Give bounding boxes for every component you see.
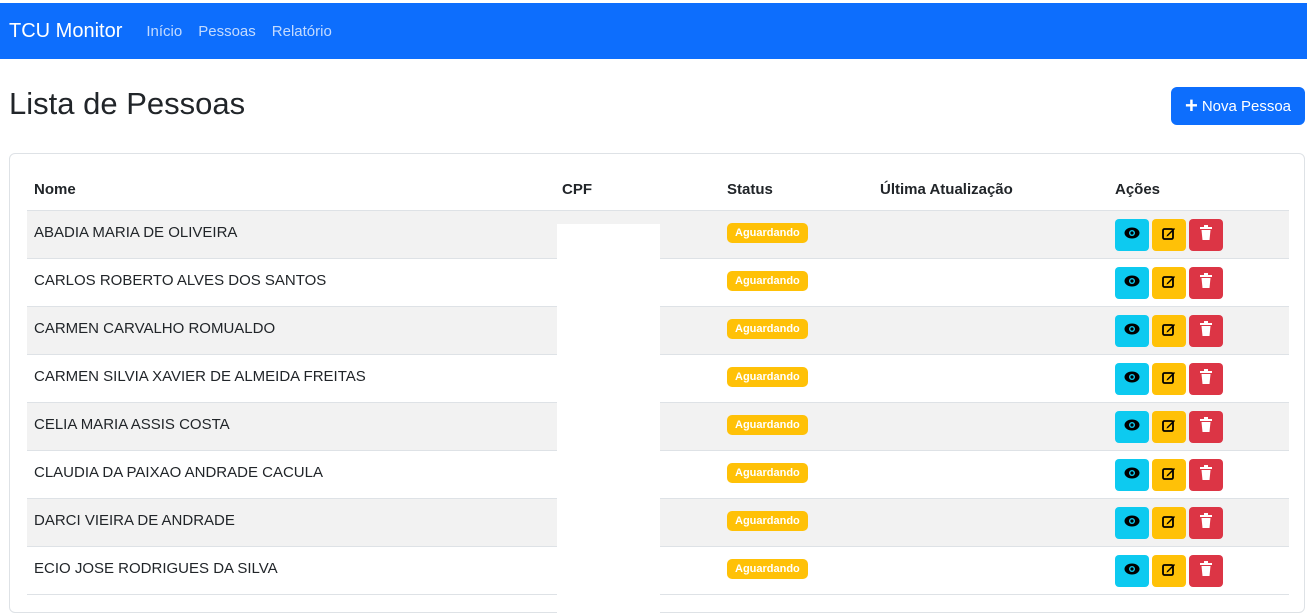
view-button[interactable] [1115,459,1149,491]
top-navbar: TCU Monitor Início Pessoas Relatório [0,3,1307,59]
status-badge: Aguardando [727,511,808,531]
page-title: Lista de Pessoas [9,86,246,121]
view-button[interactable] [1115,219,1149,251]
edit-button[interactable] [1152,411,1186,443]
header-acoes: Ações [1115,181,1161,198]
person-name: CARMEN CARVALHO ROMUALDO [34,320,276,337]
view-button[interactable] [1115,411,1149,443]
view-button[interactable] [1115,267,1149,299]
edit-button[interactable] [1152,219,1186,251]
edit-button[interactable] [1152,267,1186,299]
new-person-button-label: Nova Pessoa [1201,97,1292,115]
edit-icon [1162,562,1176,581]
row-actions [1115,411,1223,443]
eye-icon [1124,322,1140,340]
nav-link-relatorio[interactable]: Relatório [272,23,332,40]
eye-icon [1124,418,1140,436]
row-actions [1115,459,1223,491]
edit-icon [1162,370,1176,389]
edit-icon [1162,226,1176,245]
trash-icon [1200,225,1212,245]
person-name: ECIO JOSE RODRIGUES DA SILVA [34,560,278,577]
edit-button[interactable] [1152,507,1186,539]
person-name: DARCI VIEIRA DE ANDRADE [34,512,235,529]
row-actions [1115,363,1223,395]
header-ultima-atualizacao: Última Atualização [880,181,1013,198]
status-badge: Aguardando [727,415,808,435]
delete-button[interactable] [1189,459,1223,491]
trash-icon [1200,561,1212,581]
new-person-button[interactable]: + Nova Pessoa [1171,87,1305,125]
eye-icon [1124,370,1140,388]
trash-icon [1200,321,1212,341]
edit-button[interactable] [1152,363,1186,395]
delete-button[interactable] [1189,555,1223,587]
eye-icon [1124,562,1140,580]
row-actions [1115,555,1223,587]
row-actions [1115,315,1223,347]
status-badge: Aguardando [727,367,808,387]
trash-icon [1200,273,1212,293]
person-name: CARMEN SILVIA XAVIER DE ALMEIDA FREITAS [34,368,366,385]
trash-icon [1200,513,1212,533]
trash-icon [1200,465,1212,485]
delete-button[interactable] [1189,411,1223,443]
trash-icon [1200,417,1212,437]
eye-icon [1124,514,1140,532]
eye-icon [1124,274,1140,292]
table-header: Nome CPF Status Última Atualização Ações [27,171,1289,211]
edit-icon [1162,418,1176,437]
row-actions [1115,267,1223,299]
header-nome: Nome [34,181,76,198]
status-badge: Aguardando [727,319,808,339]
person-name: CELIA MARIA ASSIS COSTA [34,416,230,433]
trash-icon [1200,369,1212,389]
edit-button[interactable] [1152,315,1186,347]
nav-link-pessoas[interactable]: Pessoas [198,23,256,40]
edit-button[interactable] [1152,459,1186,491]
header-cpf: CPF [562,181,592,198]
status-badge: Aguardando [727,463,808,483]
nav-link-inicio[interactable]: Início [146,23,182,40]
edit-icon [1162,274,1176,293]
edit-button[interactable] [1152,555,1186,587]
row-actions [1115,219,1223,251]
delete-button[interactable] [1189,363,1223,395]
view-button[interactable] [1115,555,1149,587]
delete-button[interactable] [1189,315,1223,347]
edit-icon [1162,322,1176,341]
delete-button[interactable] [1189,507,1223,539]
eye-icon [1124,226,1140,244]
person-name: ABADIA MARIA DE OLIVEIRA [34,224,238,241]
header-status: Status [727,181,773,198]
cpf-redaction [557,224,660,614]
person-name: CLAUDIA DA PAIXAO ANDRADE CACULA [34,464,323,481]
view-button[interactable] [1115,363,1149,395]
edit-icon [1162,466,1176,485]
navbar-brand[interactable]: TCU Monitor [9,20,122,43]
eye-icon [1124,466,1140,484]
status-badge: Aguardando [727,223,808,243]
row-actions [1115,507,1223,539]
status-badge: Aguardando [727,559,808,579]
delete-button[interactable] [1189,219,1223,251]
people-table-card: Nome CPF Status Última Atualização Ações… [9,153,1305,614]
status-badge: Aguardando [727,271,808,291]
person-name: CARLOS ROBERTO ALVES DOS SANTOS [34,272,327,289]
delete-button[interactable] [1189,267,1223,299]
edit-icon [1162,514,1176,533]
view-button[interactable] [1115,315,1149,347]
plus-icon: + [1184,93,1198,118]
view-button[interactable] [1115,507,1149,539]
